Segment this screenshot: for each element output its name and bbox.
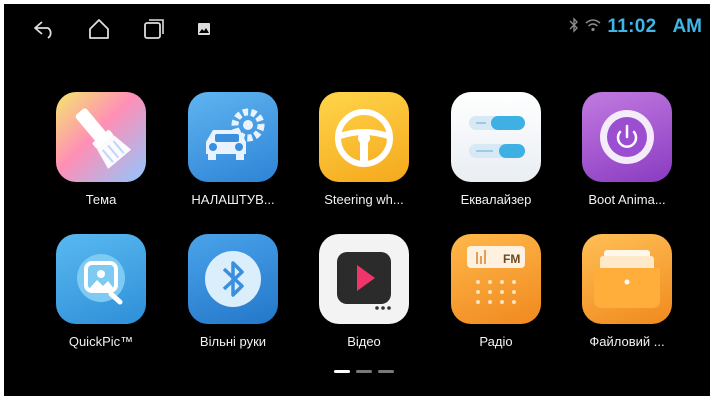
folder-icon (582, 234, 672, 324)
app-boot-animation[interactable]: Boot Anima... (562, 92, 672, 222)
back-icon[interactable] (32, 16, 58, 42)
app-file-manager[interactable]: Файловий ... (562, 234, 672, 364)
app-label: Boot Anima... (588, 192, 666, 207)
clock-ampm: AM (672, 16, 702, 37)
app-label: Відео (347, 334, 381, 349)
app-label: Файловий ... (589, 334, 665, 349)
app-tema[interactable]: Тема (36, 92, 146, 222)
radio-fm-text: FM (503, 252, 520, 266)
steering-wheel-icon (319, 92, 409, 182)
equalizer-icon (451, 92, 541, 182)
wifi-icon (585, 18, 601, 37)
bluetooth-icon (569, 16, 579, 38)
clock-time: 11:02 (607, 16, 657, 37)
video-play-icon (319, 234, 409, 324)
app-equalizer[interactable]: Еквалайзер (431, 92, 541, 222)
page-dot-active[interactable] (334, 370, 350, 373)
home-icon[interactable] (86, 16, 112, 42)
app-label: QuickPic™ (68, 334, 134, 349)
app-label: НАЛАШТУВ... (191, 192, 275, 207)
page-indicator (334, 370, 394, 374)
app-steering-wheel[interactable]: Steering wh... (299, 92, 409, 222)
app-handsfree[interactable]: Вільні руки (168, 234, 278, 364)
gallery-icon (191, 16, 217, 42)
status-bar: 11:02 AM (4, 4, 710, 50)
recents-icon[interactable] (141, 16, 167, 42)
page-dot[interactable] (378, 370, 394, 373)
car-settings-icon (188, 92, 278, 182)
paint-brush-icon (56, 92, 146, 182)
app-label: Вільні руки (199, 334, 267, 349)
app-label: Тема (85, 192, 117, 207)
bluetooth-icon (188, 234, 278, 324)
page-dot[interactable] (356, 370, 372, 373)
app-video[interactable]: Відео (299, 234, 409, 364)
app-quickpic[interactable]: QuickPic™ (36, 234, 146, 364)
quickpic-icon (56, 234, 146, 324)
app-radio[interactable]: FM Радіо (431, 234, 541, 364)
app-label: Радіо (479, 334, 513, 349)
home-screen: 11:02 AM Тема НАЛАШТУВ... Steering wh...… (4, 4, 710, 396)
app-settings[interactable]: НАЛАШТУВ... (168, 92, 278, 222)
app-label: Еквалайзер (460, 192, 532, 207)
status-indicators: 11:02 AM (569, 14, 702, 40)
app-label: Steering wh... (324, 192, 404, 207)
radio-icon: FM (451, 234, 541, 324)
power-icon (582, 92, 672, 182)
